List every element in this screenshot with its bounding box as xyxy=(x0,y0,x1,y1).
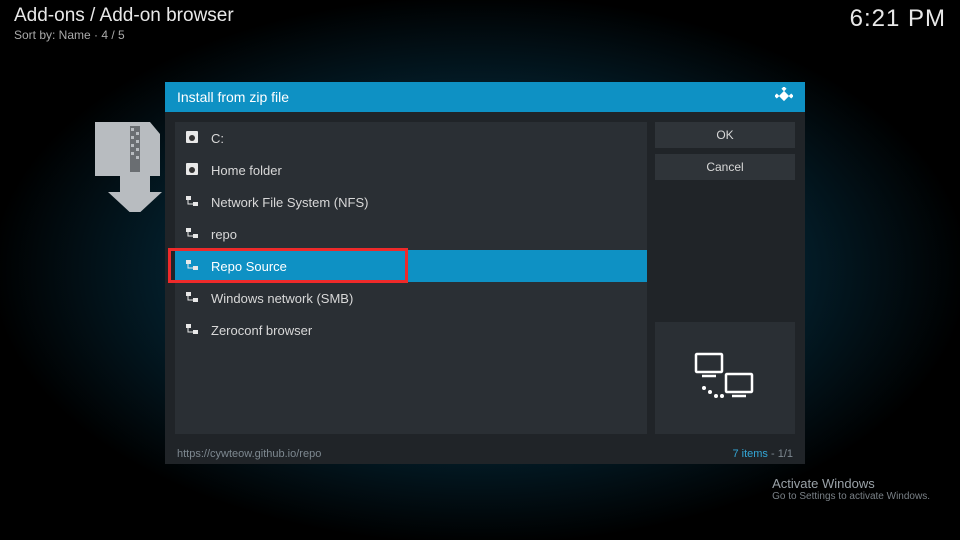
network-icon xyxy=(185,290,199,307)
ok-button[interactable]: OK xyxy=(655,122,795,148)
disk-icon xyxy=(185,130,199,147)
zip-file-icon xyxy=(95,122,165,212)
breadcrumb: Add-ons / Add-on browser xyxy=(14,5,234,27)
clock: 6:21 PM xyxy=(850,5,946,33)
sort-info: Sort by: Name · 4 / 5 xyxy=(14,28,234,42)
dialog-footer: https://cywteow.github.io/repo 7 items -… xyxy=(165,444,805,464)
windows-watermark: Activate Windows Go to Settings to activ… xyxy=(772,476,930,502)
file-row[interactable]: Zeroconf browser xyxy=(175,314,647,346)
network-icon xyxy=(185,322,199,339)
file-row-label: Zeroconf browser xyxy=(211,323,312,338)
watermark-title: Activate Windows xyxy=(772,476,930,491)
footer-path: https://cywteow.github.io/repo xyxy=(177,448,321,460)
file-row-label: Windows network (SMB) xyxy=(211,291,353,306)
file-row[interactable]: C: xyxy=(175,122,647,154)
file-row-label: Network File System (NFS) xyxy=(211,195,368,210)
header: Add-ons / Add-on browser Sort by: Name ·… xyxy=(14,5,946,42)
dialog-title-bar: Install from zip file xyxy=(165,82,805,112)
network-icon xyxy=(185,258,199,275)
file-row-label: Home folder xyxy=(211,163,282,178)
kodi-logo-icon xyxy=(775,87,793,108)
network-icon xyxy=(185,226,199,243)
network-computers-icon xyxy=(690,348,760,408)
watermark-subtitle: Go to Settings to activate Windows. xyxy=(772,491,930,502)
network-icon xyxy=(185,194,199,211)
file-row[interactable]: Home folder xyxy=(175,154,647,186)
install-zip-dialog: Install from zip file C: Home folder Netwo… xyxy=(165,82,805,464)
cancel-button[interactable]: Cancel xyxy=(655,154,795,180)
file-row-label: Repo Source xyxy=(211,259,287,274)
file-row-label: C: xyxy=(211,131,224,146)
preview-pane xyxy=(655,322,795,434)
dialog-title: Install from zip file xyxy=(177,89,289,105)
side-pane: OK Cancel xyxy=(655,122,795,434)
disk-icon xyxy=(185,162,199,179)
file-row[interactable]: Repo Source xyxy=(175,250,647,282)
file-row[interactable]: Network File System (NFS) xyxy=(175,186,647,218)
file-row-label: repo xyxy=(211,227,237,242)
file-list: C: Home folder Network File System (NFS) re… xyxy=(175,122,647,434)
footer-count: 7 items - 1/1 xyxy=(732,448,793,460)
file-row[interactable]: repo xyxy=(175,218,647,250)
file-row[interactable]: Windows network (SMB) xyxy=(175,282,647,314)
